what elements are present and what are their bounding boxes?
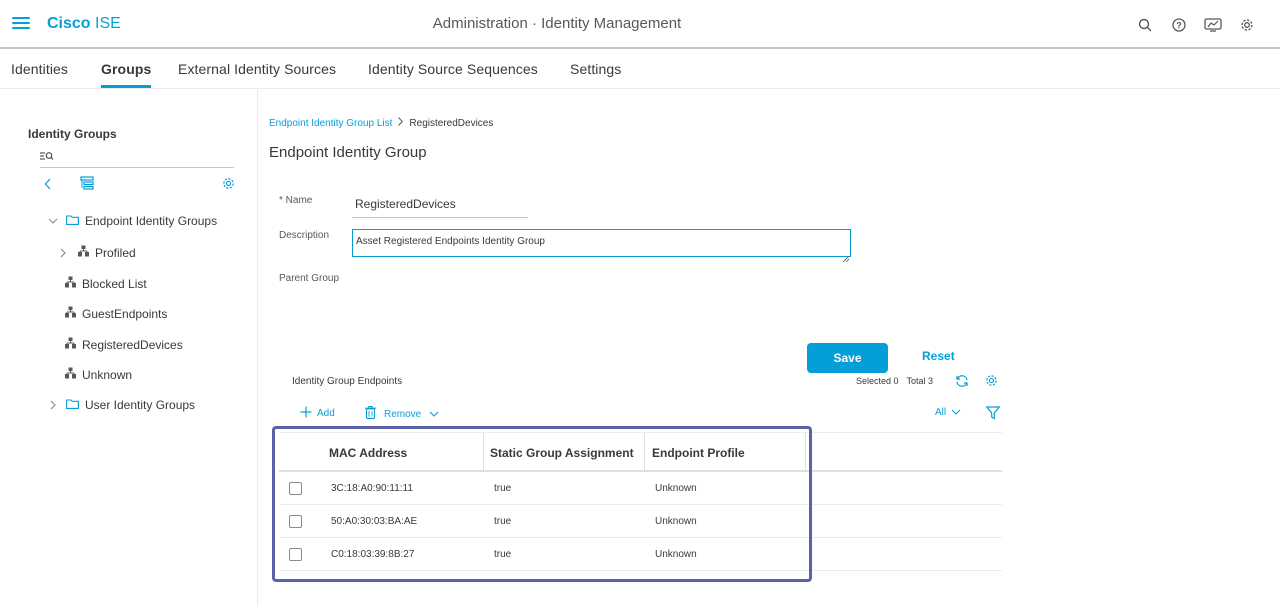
mac-address-cell: 3C:18:A0:90:11:11 [331, 483, 413, 494]
help-icon[interactable]: ? [1170, 16, 1188, 34]
selection-counts: Selected 0 Total 3 [856, 376, 933, 386]
name-field[interactable] [352, 190, 528, 218]
tree-item-user-identity-groups[interactable]: User Identity Groups [48, 398, 195, 412]
chevron-down-icon [429, 409, 439, 420]
row-checkbox[interactable] [289, 548, 302, 561]
table-header: MAC Address Static Group Assignment Endp… [279, 432, 1002, 472]
page-heading: Administration · Identity Management [432, 15, 682, 32]
svg-text:?: ? [1176, 20, 1182, 30]
search-icon[interactable] [1136, 16, 1154, 34]
group-icon [65, 276, 76, 291]
group-icon [78, 245, 89, 260]
chevron-down-icon[interactable] [48, 218, 58, 224]
collapse-left-icon[interactable] [44, 177, 52, 195]
sidebar-title: Identity Groups [28, 127, 117, 141]
parent-group-label: Parent Group [279, 273, 340, 284]
refresh-icon[interactable] [955, 374, 969, 393]
mac-address-cell: 50:A0:30:03:BA:AE [331, 516, 418, 527]
name-label: * Name [279, 195, 313, 206]
column-header-static-group[interactable]: Static Group Assignment [490, 446, 634, 460]
endpoints-table: MAC Address Static Group Assignment Endp… [279, 432, 1002, 571]
total-count: Total 3 [906, 376, 934, 386]
filter-icon[interactable] [985, 406, 1001, 425]
tab-groups[interactable]: Groups [101, 61, 152, 88]
static-assignment-cell: true [494, 483, 512, 494]
sidebar-search-input[interactable] [40, 146, 234, 168]
static-assignment-cell: true [494, 516, 512, 527]
remove-button[interactable]: Remove [365, 406, 439, 422]
tab-identity-source-sequences[interactable]: Identity Source Sequences [368, 61, 538, 77]
page-title: Endpoint Identity Group [269, 144, 427, 161]
folder-icon [66, 214, 79, 228]
tab-bar: Identities Groups External Identity Sour… [0, 51, 1280, 89]
tree-item-guest-endpoints[interactable]: GuestEndpoints [65, 306, 167, 321]
table-row[interactable]: 3C:18:A0:90:11:11 true Unknown [279, 472, 1002, 505]
tree-item-registered-devices[interactable]: RegisteredDevices [65, 337, 183, 352]
resize-handle-icon[interactable] [842, 249, 850, 263]
search-list-icon [40, 148, 54, 166]
reset-button[interactable]: Reset [922, 349, 955, 363]
tree-view-icon[interactable] [80, 176, 94, 195]
row-checkbox[interactable] [289, 515, 302, 528]
breadcrumb: Endpoint Identity Group List RegisteredD… [269, 117, 493, 129]
description-field[interactable]: Asset Registered Endpoints Identity Grou… [352, 229, 851, 257]
breadcrumb-current: RegisteredDevices [409, 117, 494, 129]
endpoint-profile-cell: Unknown [655, 549, 697, 560]
table-row[interactable]: 50:A0:30:03:BA:AE true Unknown [279, 505, 1002, 538]
table-settings-icon[interactable] [985, 374, 998, 392]
group-icon [65, 337, 76, 352]
trash-icon [365, 406, 376, 422]
mac-address-cell: C0:18:03:39:8B:27 [331, 549, 415, 560]
add-button[interactable]: Add [300, 406, 335, 421]
section-title: Identity Group Endpoints [292, 376, 403, 387]
chevron-right-icon[interactable] [48, 400, 58, 410]
endpoint-profile-cell: Unknown [655, 483, 697, 494]
column-header-mac[interactable]: MAC Address [329, 446, 407, 460]
tab-external-identity-sources[interactable]: External Identity Sources [178, 61, 336, 77]
chevron-right-icon [398, 117, 404, 129]
folder-icon [66, 398, 79, 412]
tab-settings[interactable]: Settings [570, 61, 621, 77]
sidebar-settings-icon[interactable] [222, 177, 235, 195]
group-icon [65, 306, 76, 321]
chevron-down-icon [951, 407, 961, 418]
chevron-right-icon[interactable] [58, 248, 68, 258]
gear-icon[interactable] [1238, 16, 1256, 34]
tree-item-profiled[interactable]: Profiled [58, 245, 136, 260]
description-label: Description [279, 230, 330, 241]
table-row[interactable]: C0:18:03:39:8B:27 true Unknown [279, 538, 1002, 571]
sidebar: Identity Groups Endpoint Identity Groups… [0, 90, 258, 606]
filter-dropdown[interactable]: All [935, 407, 961, 418]
column-header-endpoint-profile[interactable]: Endpoint Profile [652, 446, 745, 460]
group-icon [65, 367, 76, 382]
plus-icon [300, 406, 312, 421]
endpoint-profile-cell: Unknown [655, 516, 697, 527]
dashboard-icon[interactable] [1204, 16, 1222, 34]
tree-item-endpoint-identity-groups[interactable]: Endpoint Identity Groups [48, 214, 217, 228]
row-checkbox[interactable] [289, 482, 302, 495]
save-button[interactable]: Save [807, 343, 888, 373]
tree-item-blocked-list[interactable]: Blocked List [65, 276, 147, 291]
static-assignment-cell: true [494, 549, 512, 560]
top-header: Cisco ISE Administration · Identity Mana… [0, 0, 1280, 49]
tab-identities[interactable]: Identities [11, 61, 68, 77]
tree-item-unknown[interactable]: Unknown [65, 367, 132, 382]
selected-count: Selected 0 [856, 376, 899, 386]
breadcrumb-parent-link[interactable]: Endpoint Identity Group List [269, 118, 392, 129]
